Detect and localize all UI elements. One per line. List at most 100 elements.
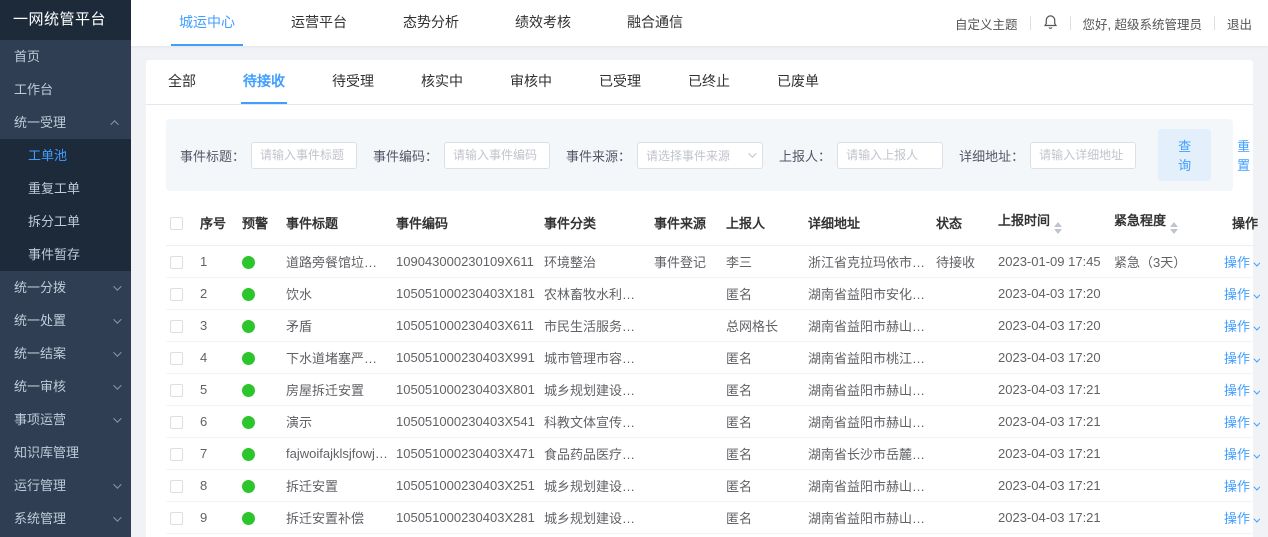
cell-code: 105051000230403X921 [392,534,540,537]
filter-label: 事件标题： [180,146,245,165]
topnav-performance-assessment[interactable]: 绩效考核 [507,0,579,46]
sidebar-item-workbench[interactable]: 工作台 [0,73,131,106]
tab-reviewing[interactable]: 审核中 [508,60,554,104]
query-button[interactable]: 查询 [1158,129,1211,181]
chevron-down-icon [1253,388,1260,395]
cell-source [650,342,722,374]
sidebar-item-duplicate-orders[interactable]: 重复工单 [0,172,131,205]
tab-voided[interactable]: 已废单 [775,60,821,104]
cell-address: 湖南省益阳市赫山区赫... [804,406,932,438]
custom-theme-link[interactable]: 自定义主题 [955,14,1018,33]
topnav-city-operation-center[interactable]: 城运中心 [171,0,243,46]
chevron-down-icon [113,513,121,521]
divider [1070,16,1071,30]
sidebar-item-unified-closing[interactable]: 统一结案 [0,337,131,370]
sidebar-item-system-management[interactable]: 系统管理 [0,502,131,535]
topnav-situation-analysis[interactable]: 态势分析 [395,0,467,46]
sidebar-item-event-draft[interactable]: 事件暂存 [0,238,131,271]
filter-event-code: 事件编码： [373,142,550,169]
tab-to-receive[interactable]: 待接收 [241,60,287,104]
row-checkbox[interactable] [170,512,183,525]
filter-bar: 事件标题： 事件编码： 事件来源： 请选择事件来源 上报人： [166,119,1233,191]
sidebar-item-split-orders[interactable]: 拆分工单 [0,205,131,238]
row-action-dropdown[interactable]: 操作 [1224,415,1258,430]
table-row: 8 拆迁安置 105051000230403X251 城乡规划建设及房... 匿… [166,470,1260,502]
cell-source [650,374,722,406]
status-tabs: 全部 待接收 待受理 核实中 审核中 已受理 已终止 已废单 [146,60,1253,105]
row-checkbox[interactable] [170,256,183,269]
cell-time: 2023-04-03 17:26 [994,534,1110,537]
tab-accepted[interactable]: 已受理 [597,60,643,104]
row-checkbox[interactable] [170,352,183,365]
reset-button[interactable]: 重置 [1237,136,1250,174]
cell-urgency [1110,438,1202,470]
cell-reporter: 匿名 [722,374,804,406]
cell-status: 待接收 [932,246,994,278]
row-action-dropdown[interactable]: 操作 [1224,479,1258,494]
chevron-down-icon [1253,292,1260,299]
chevron-down-icon [113,480,121,488]
row-action-dropdown[interactable]: 操作 [1224,351,1258,366]
row-action-dropdown[interactable]: 操作 [1224,287,1258,302]
cell-time: 2023-04-03 17:21 [994,438,1110,470]
row-checkbox[interactable] [170,448,183,461]
reporter-input[interactable] [837,142,943,169]
sidebar-item-operation-management[interactable]: 运行管理 [0,469,131,502]
filter-label: 上报人： [779,146,831,165]
row-action-dropdown[interactable]: 操作 [1224,383,1258,398]
topnav-operation-platform[interactable]: 运营平台 [283,0,355,46]
cell-title: 演示 [282,406,392,438]
cell-urgency [1110,278,1202,310]
row-checkbox[interactable] [170,416,183,429]
tab-verifying[interactable]: 核实中 [419,60,465,104]
tab-terminated[interactable]: 已终止 [686,60,732,104]
cell-reporter: 匿名 [722,502,804,534]
col-header-title: 事件标题 [282,199,392,246]
address-input[interactable] [1030,142,1136,169]
event-code-input[interactable] [444,142,550,169]
cell-title: 拆迁安置补偿 [282,534,392,537]
content-area: 全部 待接收 待受理 核实中 审核中 已受理 已终止 已废单 事件标题： 事件编… [131,46,1268,537]
top-header: 城运中心 运营平台 态势分析 绩效考核 融合通信 自定义主题 您好, 超级系统管… [131,0,1268,46]
row-action-dropdown[interactable]: 操作 [1224,511,1258,526]
row-action-dropdown[interactable]: 操作 [1224,447,1258,462]
bell-icon[interactable] [1043,14,1058,33]
row-action-dropdown[interactable]: 操作 [1224,319,1258,334]
event-title-input[interactable] [251,142,357,169]
row-action-dropdown[interactable]: 操作 [1224,255,1258,270]
sidebar-item-matter-operation[interactable]: 事项运营 [0,403,131,436]
chevron-down-icon [113,381,121,389]
logout-link[interactable]: 退出 [1227,14,1252,33]
cell-category: 科教文体宣传类-科... [540,406,650,438]
cell-code: 105051000230403X471 [392,438,540,470]
sort-time-icon[interactable] [1054,222,1062,234]
cell-title: 道路旁餐馆垃圾随意... [282,246,392,278]
event-source-select[interactable]: 请选择事件来源 [637,142,763,169]
row-checkbox[interactable] [170,320,183,333]
row-checkbox[interactable] [170,288,183,301]
work-order-card: 全部 待接收 待受理 核实中 审核中 已受理 已终止 已废单 事件标题： 事件编… [146,60,1253,537]
topnav-integrated-communication[interactable]: 融合通信 [619,0,691,46]
chevron-down-icon [113,414,121,422]
warning-dot-icon [242,352,255,365]
sidebar-item-unified-acceptance[interactable]: 统一受理 [0,106,131,139]
sidebar-item-work-order-pool[interactable]: 工单池 [0,139,131,172]
sidebar-item-home[interactable]: 首页 [0,40,131,73]
cell-category: 环境整治 [540,246,650,278]
sidebar-item-unified-dispatch[interactable]: 统一分拨 [0,271,131,304]
sidebar-item-knowledge-base[interactable]: 知识库管理 [0,436,131,469]
cell-title: 拆迁安置 [282,470,392,502]
warning-dot-icon [242,480,255,493]
tab-all[interactable]: 全部 [166,60,198,104]
tab-to-accept[interactable]: 待受理 [330,60,376,104]
cell-reporter: 匿名 [722,406,804,438]
row-checkbox[interactable] [170,384,183,397]
warning-dot-icon [242,416,255,429]
select-all-checkbox[interactable] [170,217,183,230]
filter-address: 详细地址： [959,142,1136,169]
row-checkbox[interactable] [170,480,183,493]
sidebar-item-unified-review[interactable]: 统一审核 [0,370,131,403]
sort-urgency-icon[interactable] [1170,222,1178,234]
sidebar-item-unified-handling[interactable]: 统一处置 [0,304,131,337]
warning-dot-icon [242,320,255,333]
